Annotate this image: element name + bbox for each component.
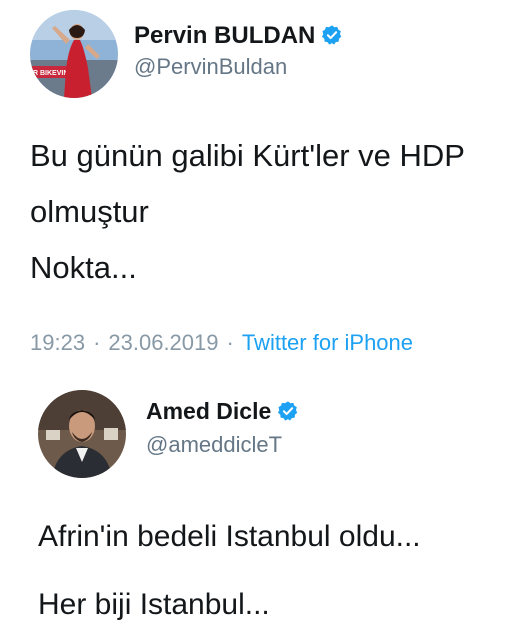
display-name-text: Pervin BULDAN <box>134 22 316 49</box>
avatar-banner-text: R BIKEVIN <box>33 70 68 77</box>
tweet-pervin-buldan[interactable]: R BIKEVIN Pervin BULDAN @PervinBuldan Bu… <box>0 0 526 370</box>
separator-dot: · <box>93 330 101 355</box>
handle[interactable]: @ameddicleT <box>146 432 282 458</box>
tweet-date[interactable]: 23.06.2019 <box>108 330 218 355</box>
tweet-amed-dicle[interactable]: Amed Dicle @ameddicleT Afrin'in bedeli I… <box>0 370 526 644</box>
avatar-photo <box>38 390 126 478</box>
avatar[interactable]: R BIKEVIN <box>30 10 118 98</box>
tweet-metadata: 19:23 · 23.06.2019 · Twitter for iPhone <box>30 330 413 356</box>
tweet-text-line: Nokta... <box>30 250 137 285</box>
tweet-time[interactable]: 19:23 <box>30 330 85 355</box>
separator-dot: · <box>226 330 234 355</box>
tweet-text-line: Her biji Istanbul... <box>38 588 270 621</box>
tweet-text-line: olmuştur <box>30 194 149 229</box>
display-name-text: Amed Dicle <box>146 398 272 424</box>
display-name[interactable]: Amed Dicle <box>146 398 299 428</box>
verified-badge-icon <box>321 24 343 53</box>
avatar-photo: R BIKEVIN <box>30 10 118 98</box>
handle[interactable]: @PervinBuldan <box>134 54 287 80</box>
tweet-source-link[interactable]: Twitter for iPhone <box>242 330 413 355</box>
tweet-text-line: Afrin'in bedeli Istanbul oldu... <box>38 520 421 553</box>
tweet-text-line: Bu günün galibi Kürt'ler ve HDP <box>30 138 465 173</box>
display-name[interactable]: Pervin BULDAN <box>134 22 343 53</box>
verified-badge-icon <box>277 400 299 428</box>
avatar[interactable] <box>38 390 126 478</box>
